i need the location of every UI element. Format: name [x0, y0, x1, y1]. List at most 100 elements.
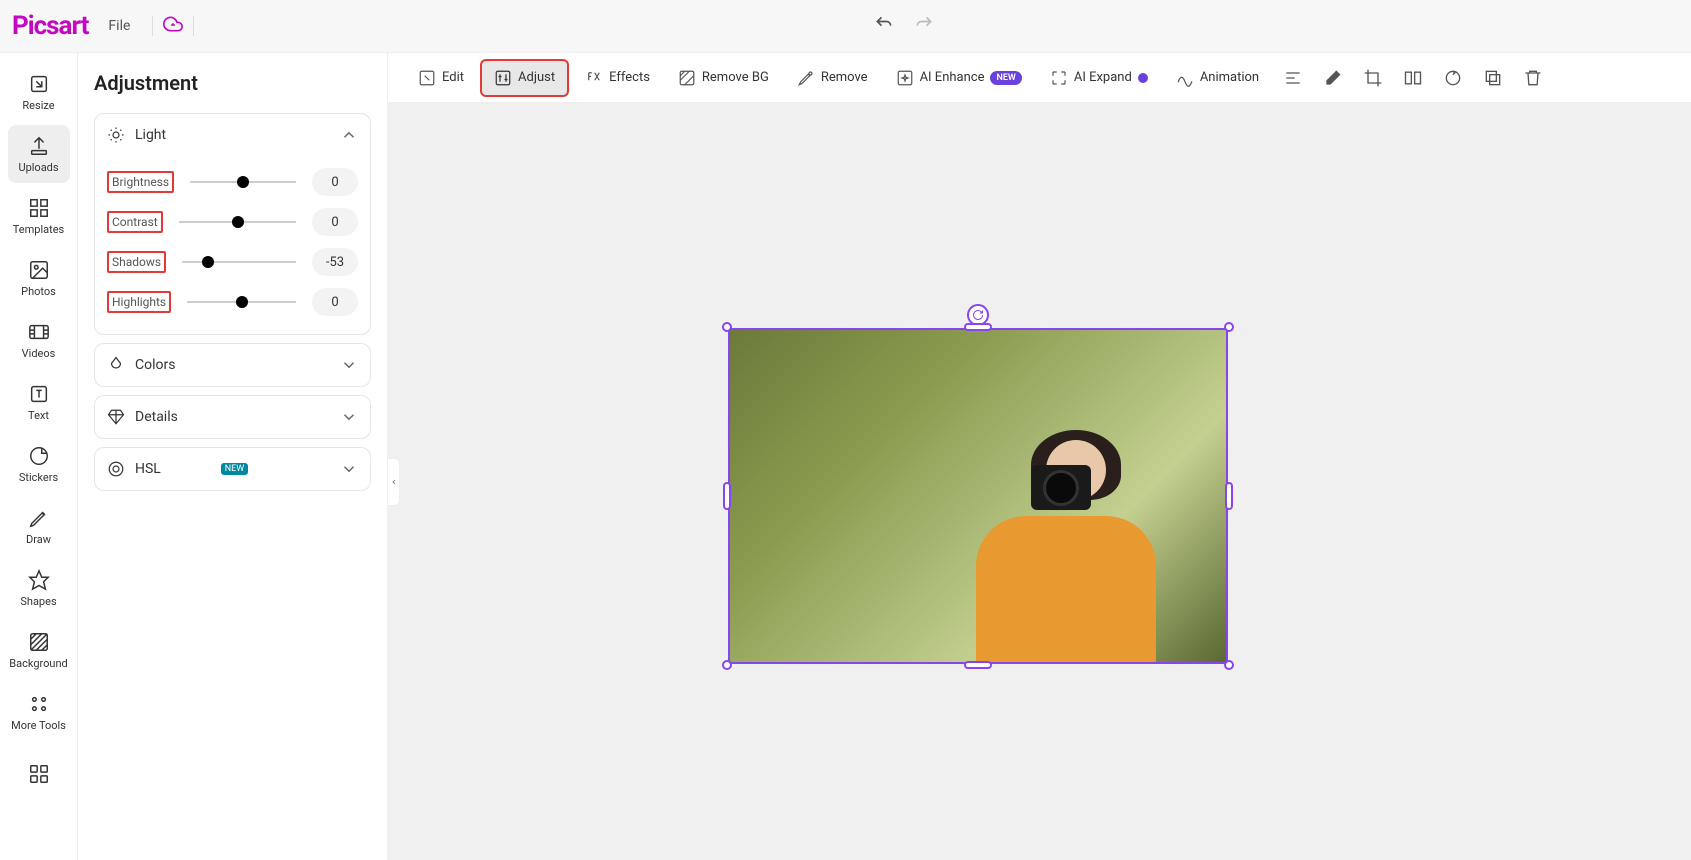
slider-highlights: Highlights 0	[107, 282, 358, 322]
rail-templates[interactable]: Templates	[8, 187, 70, 245]
slider-track[interactable]	[187, 301, 296, 303]
rail-label: More Tools	[11, 719, 66, 732]
accordion-header-light[interactable]: Light	[95, 114, 370, 156]
tool-label: AI Enhance	[920, 70, 985, 85]
tool-label: Edit	[442, 70, 464, 85]
slider-label: Brightness	[107, 171, 174, 193]
slider-track[interactable]	[190, 181, 296, 183]
hsl-icon	[107, 460, 125, 478]
slider-label: Highlights	[107, 291, 171, 313]
accordion-light: Light Brightness 0 Contrast 0 Shadows -	[94, 113, 371, 335]
rail-extra[interactable]	[8, 745, 70, 803]
selected-image[interactable]	[728, 328, 1228, 664]
resize-handle-tl[interactable]	[722, 322, 732, 332]
adjustment-panel: Adjustment Light Brightness 0 Contrast 0	[78, 53, 388, 860]
tool-remove[interactable]: Remove	[785, 61, 880, 95]
tool-label: Remove	[821, 70, 868, 85]
diamond-icon	[107, 408, 125, 426]
delete-button[interactable]	[1515, 60, 1551, 96]
slider-value[interactable]: 0	[312, 208, 358, 236]
accordion-label: HSL	[135, 461, 207, 477]
crop-button[interactable]	[1355, 60, 1391, 96]
resize-handle-right[interactable]	[1225, 482, 1233, 510]
accordion-label: Details	[135, 409, 330, 425]
aiexpand-icon	[1050, 69, 1068, 87]
removebg-icon	[678, 69, 696, 87]
aienhance-icon	[896, 69, 914, 87]
accordion-label: Colors	[135, 357, 330, 373]
slider-shadows: Shadows -53	[107, 242, 358, 282]
rail-label: Draw	[26, 533, 51, 546]
undo-redo-group	[874, 14, 934, 38]
undo-icon[interactable]	[874, 14, 894, 38]
rail-label: Stickers	[19, 471, 58, 484]
app-logo[interactable]: Picsart	[12, 11, 88, 41]
slider-brightness: Brightness 0	[107, 162, 358, 202]
accordion-details: Details	[94, 395, 371, 439]
resize-handle-top[interactable]	[964, 323, 992, 331]
tool-label: Adjust	[518, 70, 555, 85]
context-toolbar: Edit Adjust Effects Remove BG Remove AI …	[388, 53, 1691, 103]
slider-label: Contrast	[107, 211, 163, 233]
rail-label: Background	[9, 657, 67, 670]
redo-icon[interactable]	[914, 14, 934, 38]
rail-photos[interactable]: Photos	[8, 249, 70, 307]
slider-value[interactable]: 0	[312, 168, 358, 196]
cloud-sync-icon[interactable]	[163, 14, 183, 38]
rotate-button[interactable]	[1435, 60, 1471, 96]
top-bar: Picsart File	[0, 0, 1691, 53]
rail-videos[interactable]: Videos	[8, 311, 70, 369]
resize-handle-bl[interactable]	[722, 660, 732, 670]
chevron-down-icon	[340, 356, 358, 374]
rail-label: Templates	[13, 223, 64, 236]
rail-background[interactable]: Background	[8, 621, 70, 679]
align-button[interactable]	[1275, 60, 1311, 96]
eraser-button[interactable]	[1315, 60, 1351, 96]
layers-button[interactable]	[1475, 60, 1511, 96]
rail-stickers[interactable]: Stickers	[8, 435, 70, 493]
rail-draw[interactable]: Draw	[8, 497, 70, 555]
resize-handle-left[interactable]	[723, 482, 731, 510]
rail-label: Photos	[21, 285, 56, 298]
divider	[193, 16, 194, 36]
slider-track[interactable]	[182, 261, 296, 263]
flip-button[interactable]	[1395, 60, 1431, 96]
image-subject	[976, 410, 1156, 664]
slider-value[interactable]: -53	[312, 248, 358, 276]
tool-label: AI Expand	[1074, 70, 1132, 85]
canvas-content[interactable]	[388, 103, 1691, 860]
canvas-area: Edit Adjust Effects Remove BG Remove AI …	[388, 53, 1691, 860]
accordion-header-hsl[interactable]: HSL NEW	[95, 448, 370, 490]
resize-handle-tr[interactable]	[1224, 322, 1234, 332]
rail-text[interactable]: Text	[8, 373, 70, 431]
file-menu[interactable]: File	[108, 18, 130, 34]
new-dot	[1138, 73, 1148, 83]
rail-uploads[interactable]: Uploads	[8, 125, 70, 183]
divider	[152, 16, 153, 36]
chevron-up-icon	[340, 126, 358, 144]
image-content	[728, 328, 1228, 664]
resize-handle-bottom[interactable]	[964, 661, 992, 669]
accordion-header-details[interactable]: Details	[95, 396, 370, 438]
rail-more-tools[interactable]: More Tools	[8, 683, 70, 741]
tool-aiexpand[interactable]: AI Expand	[1038, 61, 1160, 95]
accordion-header-colors[interactable]: Colors	[95, 344, 370, 386]
rail-label: Videos	[22, 347, 56, 360]
rail-shapes[interactable]: Shapes	[8, 559, 70, 617]
rail-resize[interactable]: Resize	[8, 63, 70, 121]
tool-removebg[interactable]: Remove BG	[666, 61, 781, 95]
chevron-down-icon	[340, 460, 358, 478]
slider-value[interactable]: 0	[312, 288, 358, 316]
accordion-label: Light	[135, 127, 330, 143]
tool-effects[interactable]: Effects	[573, 61, 662, 95]
tool-adjust[interactable]: Adjust	[480, 59, 569, 97]
tool-aienhance[interactable]: AI Enhance NEW	[884, 61, 1034, 95]
adjust-icon	[494, 69, 512, 87]
collapse-panel-tab[interactable]	[388, 458, 400, 506]
rail-label: Text	[28, 409, 49, 422]
tool-animation[interactable]: Animation	[1164, 61, 1271, 95]
slider-track[interactable]	[179, 221, 296, 223]
tool-edit[interactable]: Edit	[406, 61, 476, 95]
slider-label: Shadows	[107, 251, 166, 273]
resize-handle-br[interactable]	[1224, 660, 1234, 670]
